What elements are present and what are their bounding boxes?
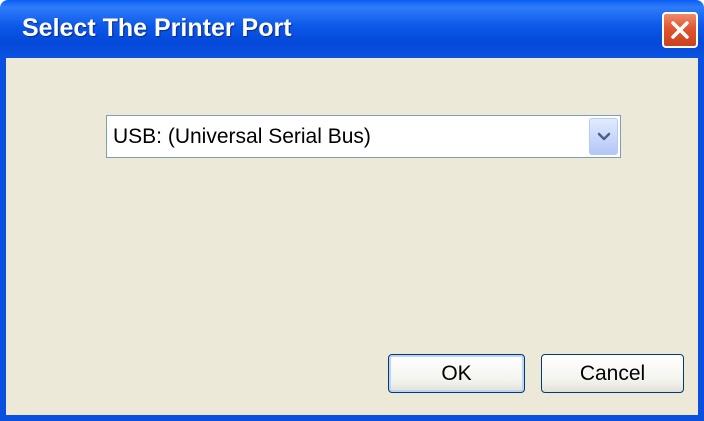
ok-button[interactable]: OK: [388, 354, 525, 393]
printer-port-dropdown[interactable]: USB: (Universal Serial Bus): [106, 115, 621, 158]
cancel-button[interactable]: Cancel: [541, 354, 684, 393]
window-frame-bottom: [0, 415, 704, 421]
dialog-title: Select The Printer Port: [22, 14, 292, 42]
close-icon: [671, 21, 689, 39]
selected-port-value: USB: (Universal Serial Bus): [113, 125, 371, 148]
title-bar[interactable]: Select The Printer Port: [0, 0, 704, 58]
dropdown-arrow-button[interactable]: [589, 118, 618, 155]
printer-port-dialog: Select The Printer Port USB: (Universal …: [0, 0, 704, 421]
close-button[interactable]: [662, 12, 698, 48]
chevron-down-icon: [597, 132, 611, 141]
dialog-body: USB: (Universal Serial Bus) OK Cancel: [6, 58, 698, 415]
window-frame-right: [698, 58, 704, 421]
